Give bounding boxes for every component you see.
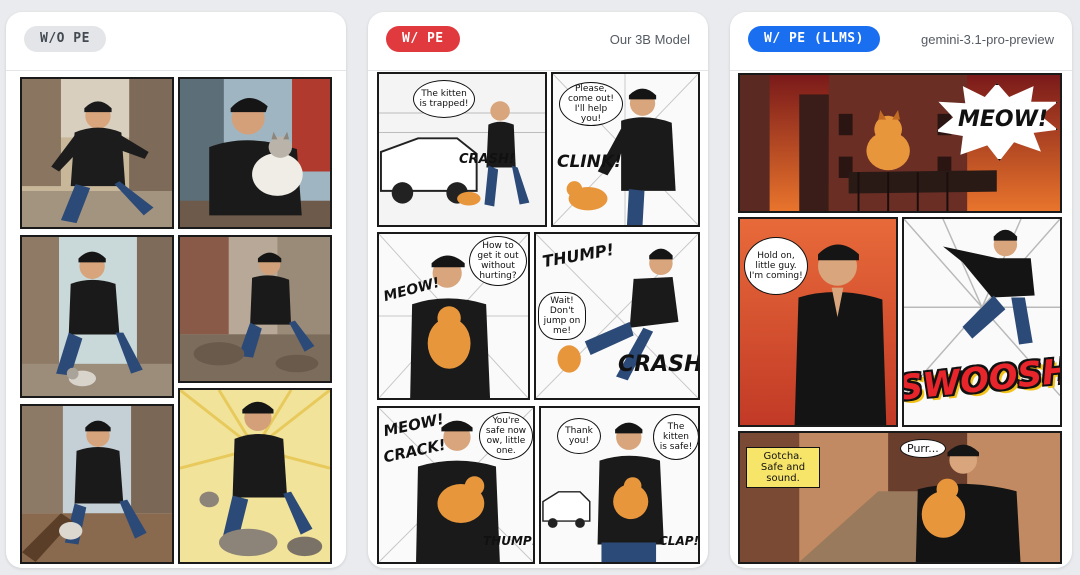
comic-panel-2 <box>178 77 332 229</box>
sound-effect: MEOW! <box>958 107 1048 132</box>
card-header: W/ PE (LLMS) gemini-3.1-pro-preview <box>730 12 1072 64</box>
sound-effect: Purr... <box>900 439 946 458</box>
card-header: W/O PE <box>6 12 346 64</box>
illustration-man-lifting-debris <box>22 406 172 562</box>
comic-panel-4 <box>178 235 332 383</box>
speech-bubble: The kitten is trapped! <box>413 80 475 118</box>
method-badge: W/ PE (LLMS) <box>748 26 880 52</box>
sound-effect: CLINK! <box>557 152 622 172</box>
comic-panel-6: Thank you! The kitten is safe! CLAP! <box>539 406 700 564</box>
comic-panel-3 <box>20 235 174 398</box>
comic-panel-5 <box>20 404 174 564</box>
header-divider <box>368 70 708 71</box>
comic-panel-3: How to get it out without hurting? MEOW! <box>377 232 530 400</box>
comic-panel-5: MEOW! CRACK! You're safe now ow, little … <box>377 406 535 564</box>
model-label: Our 3B Model <box>609 32 690 47</box>
comic-panel-4: Gotcha. Safe and sound. Purr... <box>738 431 1062 564</box>
illustration-man-kneeling-rubble <box>180 237 330 381</box>
header-divider <box>730 70 1072 71</box>
speech-bubble: Wait! Don't jump on me! <box>538 292 586 340</box>
comparison-card-w-pe-llms: W/ PE (LLMS) gemini-3.1-pro-preview MEOW… <box>730 12 1072 568</box>
caption-box: Gotcha. Safe and sound. <box>746 447 820 488</box>
comic-panel-6 <box>178 388 332 564</box>
comic-panel-3: SWOOSH! <box>902 217 1062 427</box>
illustration-man-running-city <box>22 79 172 227</box>
comparison-card-w-pe: W/ PE Our 3B Model The kitten is trapped… <box>368 12 708 568</box>
illustration-man-pushing-rocks <box>180 390 330 562</box>
comic-panel-1: MEOW! <box>738 73 1062 213</box>
sound-effect: CRASH! <box>618 352 698 377</box>
method-badge: W/ PE <box>386 26 460 52</box>
comic-panel-4: THUMP! Wait! Don't jump on me! CRASH! <box>534 232 700 400</box>
thought-bubble: How to get it out without hurting? <box>469 236 527 286</box>
illustration-man-holding-kitten <box>180 79 330 227</box>
method-badge: W/O PE <box>24 26 106 52</box>
speech-bubble: The kitten is safe! <box>653 414 698 460</box>
comic-panel-2: Please, come out! I'll help you! CLINK! <box>551 72 700 227</box>
speech-bubble: Thank you! <box>557 418 601 454</box>
comparison-card-wo-pe: W/O PE <box>6 12 346 568</box>
card-header: W/ PE Our 3B Model <box>368 12 708 64</box>
comic-panel-1: The kitten is trapped! CRASH! <box>377 72 547 227</box>
illustration-man-crouching-alley <box>22 237 172 396</box>
model-label: gemini-3.1-pro-preview <box>921 32 1054 47</box>
speech-bubble: Hold on, little guy. I'm coming! <box>744 237 808 295</box>
speech-bubble: You're safe now ow, little one. <box>479 412 533 460</box>
comic-panel-1 <box>20 77 174 229</box>
comic-panel-2: Hold on, little guy. I'm coming! <box>738 217 898 427</box>
header-divider <box>6 70 346 71</box>
speech-bubble: Please, come out! I'll help you! <box>559 82 623 126</box>
sound-effect: THUMP! <box>483 534 535 548</box>
sound-effect: CRASH! <box>459 152 515 167</box>
sound-effect: CLAP! <box>659 534 700 548</box>
